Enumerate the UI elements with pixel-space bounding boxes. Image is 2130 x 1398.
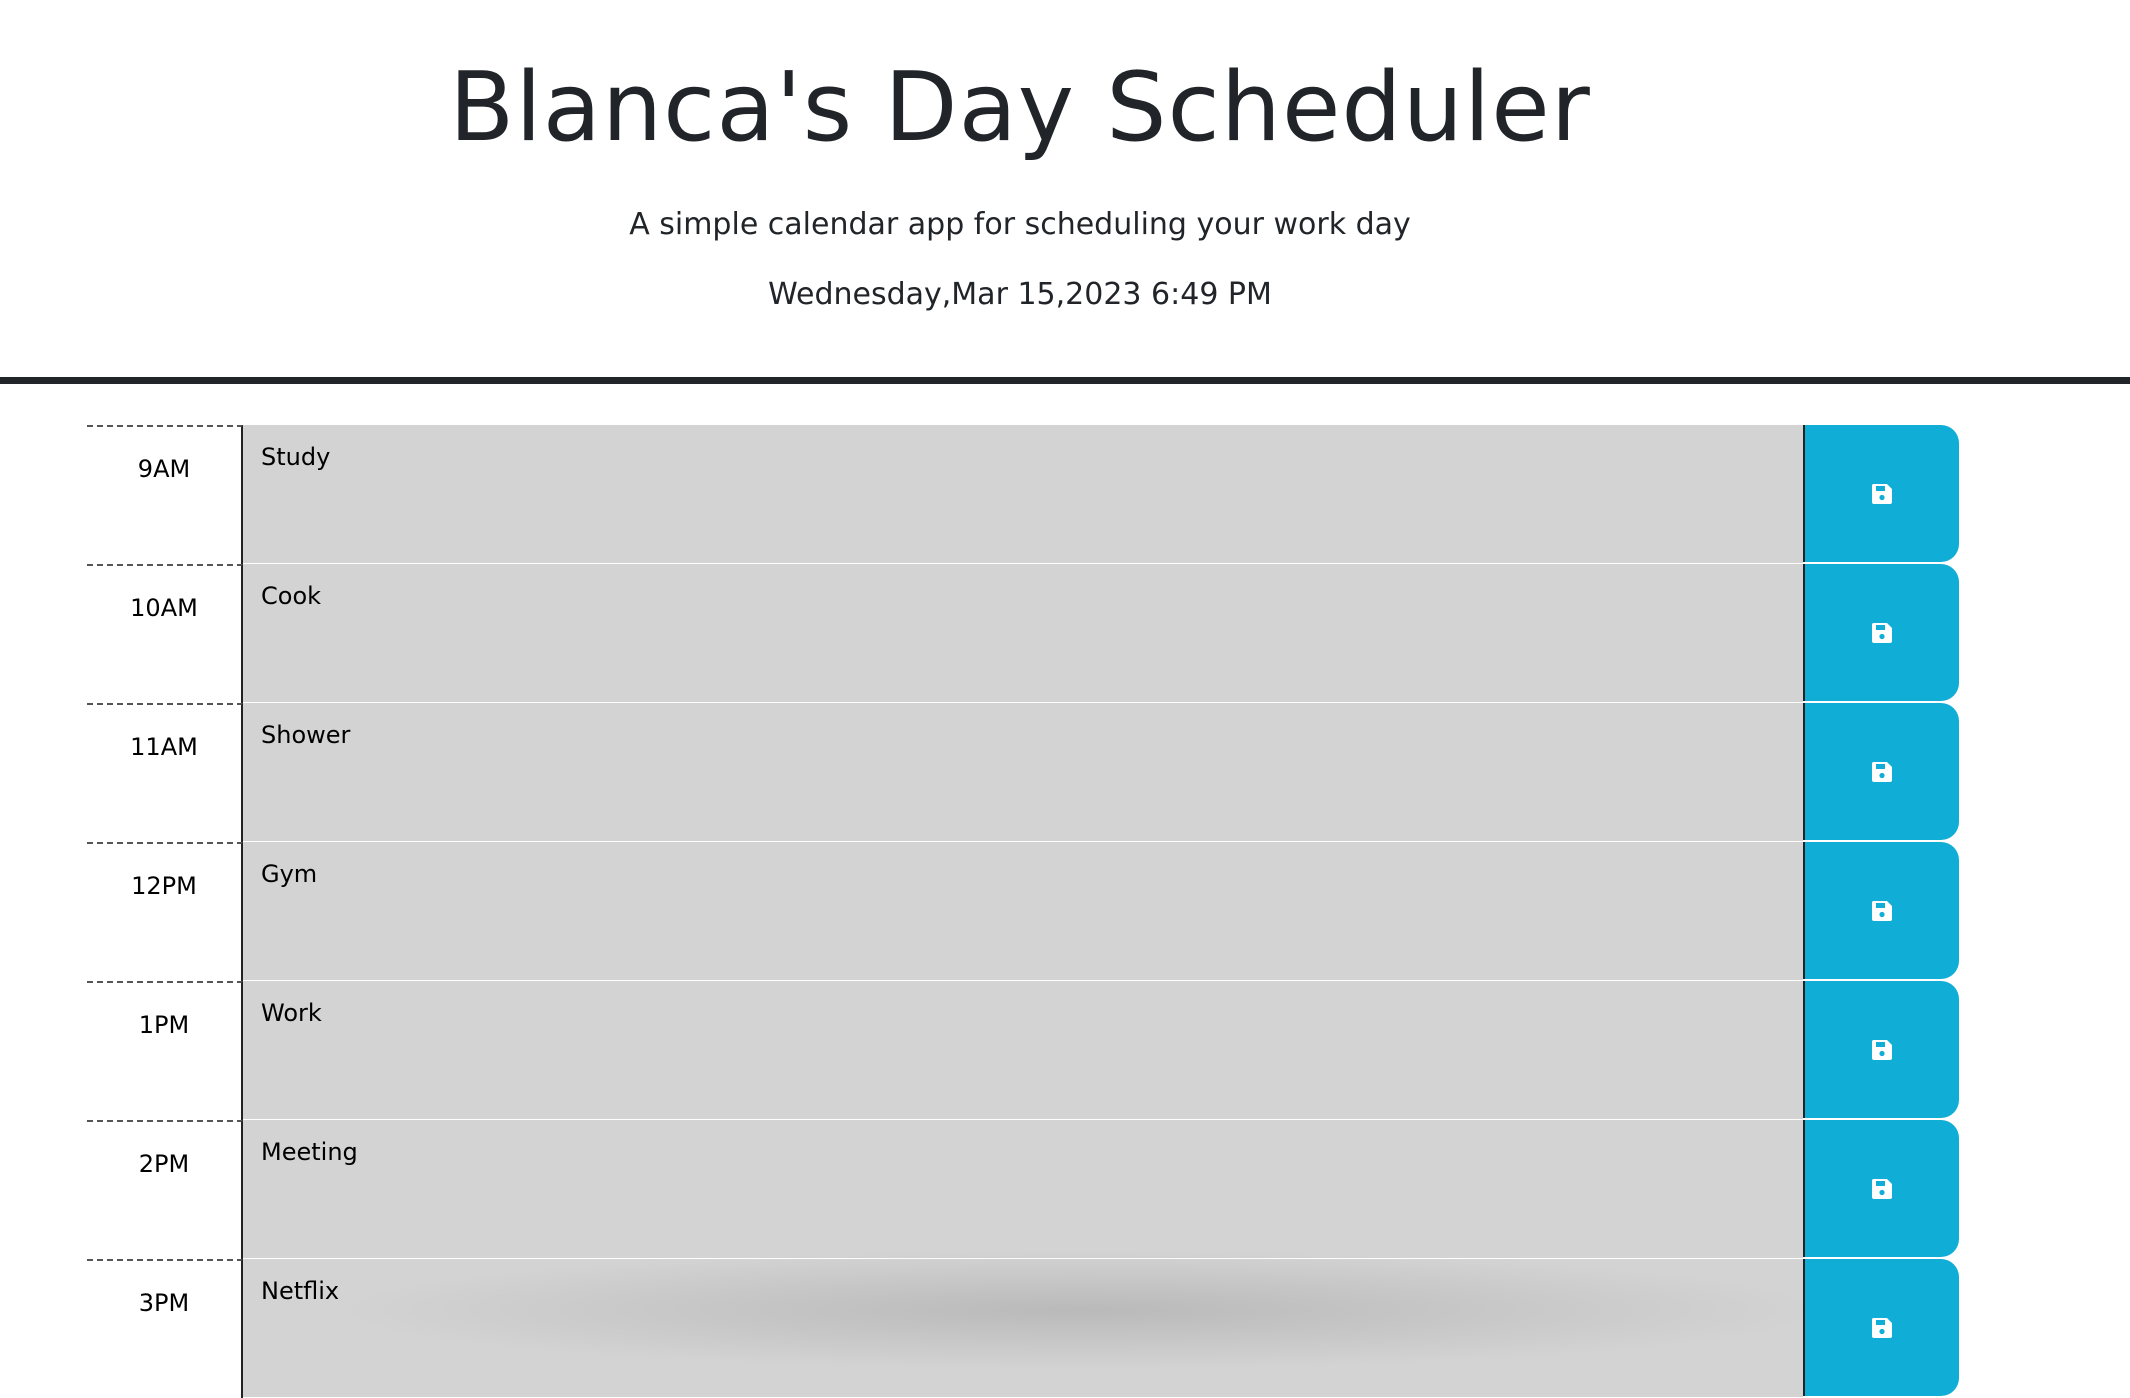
save-button[interactable] xyxy=(1803,1120,1959,1257)
floppy-disk-icon xyxy=(1871,622,1892,643)
hour-label: 9AM xyxy=(87,425,243,564)
hour-label: 10AM xyxy=(87,564,243,703)
current-date: Wednesday,Mar 15,2023 6:49 PM xyxy=(768,277,1272,312)
hour-label: 1PM xyxy=(87,981,243,1120)
time-block-12pm: 12PM Gym xyxy=(87,842,1959,981)
hour-label: 3PM xyxy=(87,1259,243,1398)
time-block-list: 9AM Study 10AM Cook 11AM Shower 12PM Gym… xyxy=(87,425,1959,1398)
page-header: Blanca's Day Scheduler A simple calendar… xyxy=(0,0,2130,384)
event-description-input[interactable]: Shower xyxy=(243,703,1803,842)
hour-label: 12PM xyxy=(87,842,243,981)
floppy-disk-icon xyxy=(1871,1178,1892,1199)
save-button[interactable] xyxy=(1803,425,1959,562)
event-description-input[interactable]: Work xyxy=(243,981,1803,1120)
time-block-11am: 11AM Shower xyxy=(87,703,1959,842)
floppy-disk-icon xyxy=(1871,483,1892,504)
time-block-2pm: 2PM Meeting xyxy=(87,1120,1959,1259)
time-block-10am: 10AM Cook xyxy=(87,564,1959,703)
event-description-input[interactable]: Cook xyxy=(243,564,1803,703)
time-block-9am: 9AM Study xyxy=(87,425,1959,564)
save-button[interactable] xyxy=(1803,564,1959,701)
save-button[interactable] xyxy=(1803,703,1959,840)
floppy-disk-icon xyxy=(1871,1317,1892,1338)
event-description-input[interactable]: Netflix xyxy=(243,1259,1803,1398)
hour-label: 2PM xyxy=(87,1120,243,1259)
event-description-input[interactable]: Meeting xyxy=(243,1120,1803,1259)
event-description-input[interactable]: Gym xyxy=(243,842,1803,981)
page-title: Blanca's Day Scheduler xyxy=(449,53,1591,163)
save-button[interactable] xyxy=(1803,981,1959,1118)
floppy-disk-icon xyxy=(1871,761,1892,782)
hour-label: 11AM xyxy=(87,703,243,842)
floppy-disk-icon xyxy=(1871,1039,1892,1060)
time-block-1pm: 1PM Work xyxy=(87,981,1959,1120)
event-description-input[interactable]: Study xyxy=(243,425,1803,564)
save-button[interactable] xyxy=(1803,1259,1959,1396)
save-button[interactable] xyxy=(1803,842,1959,979)
floppy-disk-icon xyxy=(1871,900,1892,921)
time-block-3pm: 3PM Netflix xyxy=(87,1259,1959,1398)
page-subtitle: A simple calendar app for scheduling you… xyxy=(629,207,1411,242)
